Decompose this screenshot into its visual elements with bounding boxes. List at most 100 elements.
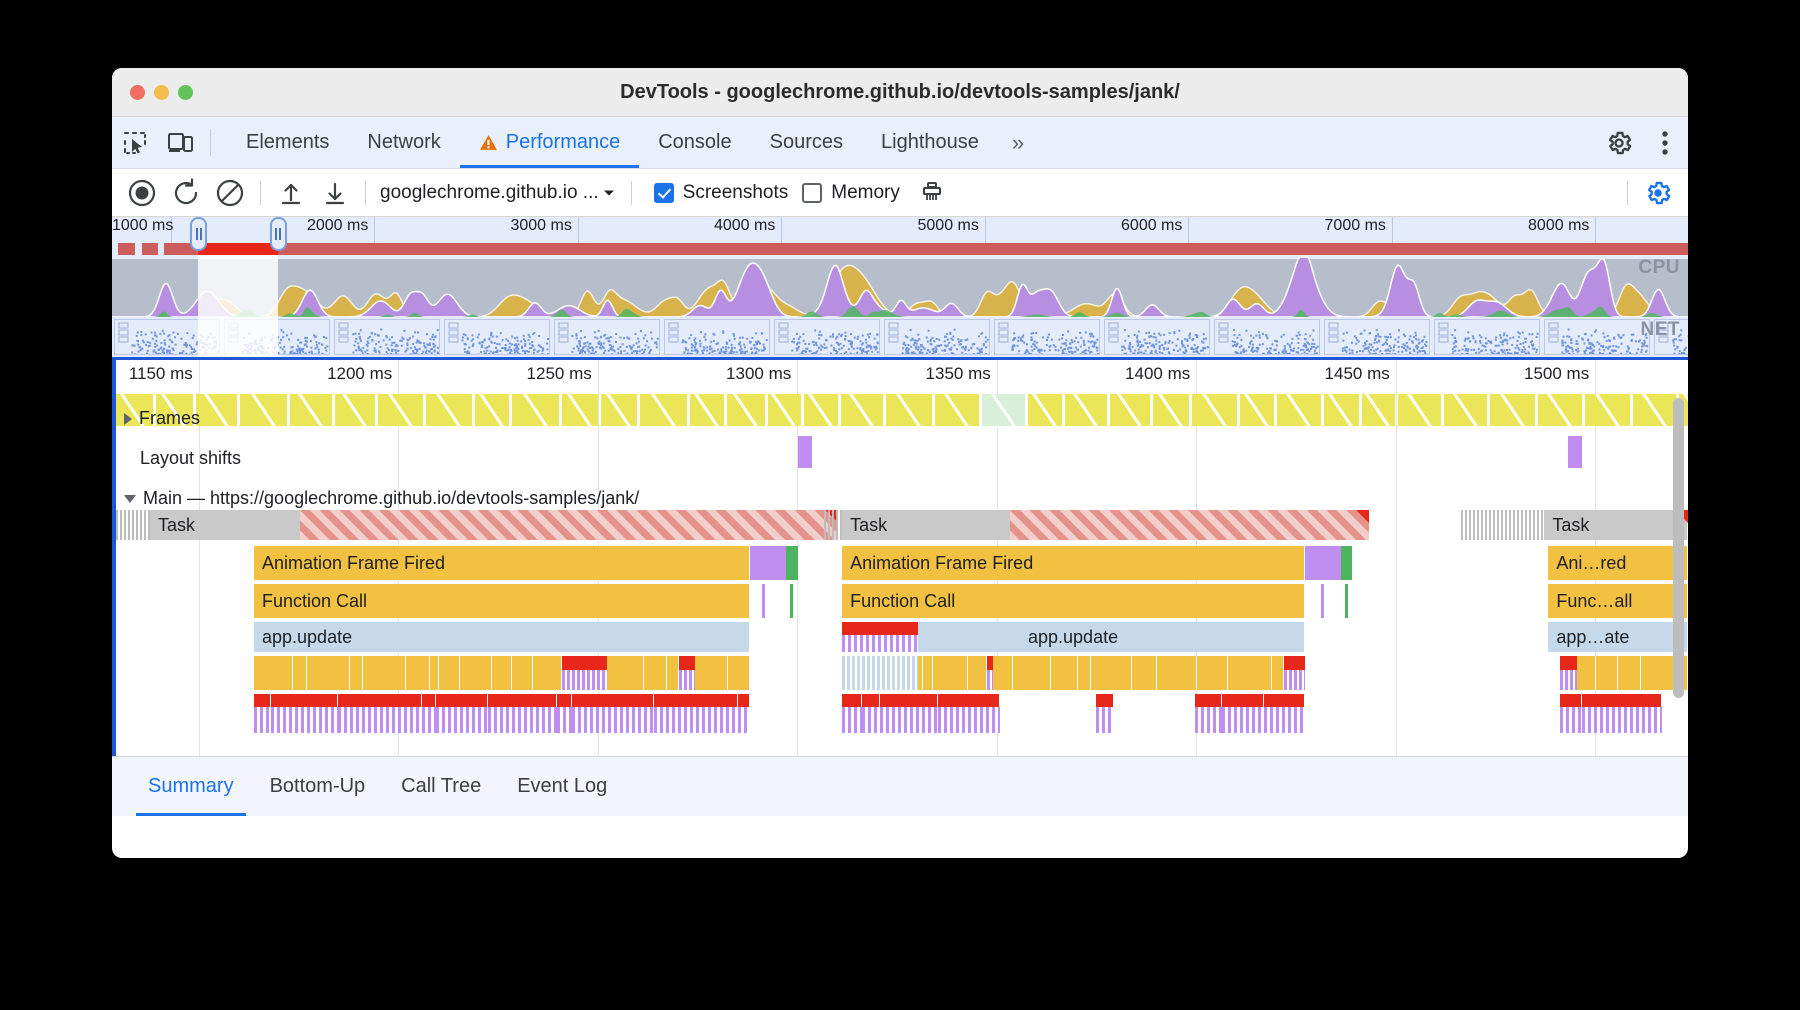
event-bar-deepest-purple[interactable] xyxy=(1264,707,1305,733)
event-bar-deep[interactable] xyxy=(439,656,460,690)
event-bar-long-task[interactable] xyxy=(299,510,839,540)
frame-cell[interactable] xyxy=(1538,394,1582,426)
event-bar-deepest-red[interactable] xyxy=(938,694,1000,707)
event-bar-deep-red[interactable] xyxy=(678,656,695,670)
event-bar-deep[interactable] xyxy=(666,656,679,690)
collect-garbage-icon[interactable] xyxy=(910,171,954,215)
event-bar-deep-red[interactable] xyxy=(1560,656,1578,670)
event-bar-deep-striped-red[interactable] xyxy=(842,622,918,635)
tab-console[interactable]: Console xyxy=(639,117,750,168)
event-bar-deepest-purple[interactable] xyxy=(271,707,338,733)
frame-cell[interactable] xyxy=(768,394,801,426)
tab-call-tree[interactable]: Call Tree xyxy=(383,757,499,816)
frame-cell[interactable] xyxy=(886,394,932,426)
event-bar-deepest-purple[interactable] xyxy=(1095,707,1114,733)
flame-chart-body[interactable]: Frames Layout shifts Main — https://goog… xyxy=(112,394,1688,756)
track-header-frames[interactable]: Frames xyxy=(124,408,200,429)
screenshots-checkbox[interactable]: Screenshots xyxy=(653,182,788,204)
frame-cell[interactable] xyxy=(1065,394,1107,426)
event-bar-deep[interactable] xyxy=(254,656,294,690)
device-toolbar-icon[interactable] xyxy=(158,117,204,168)
event-bar-deepest-red[interactable] xyxy=(1221,694,1265,707)
event-bar-deep[interactable] xyxy=(727,656,751,690)
frame-cell[interactable] xyxy=(1444,394,1487,426)
event-bar-deep[interactable] xyxy=(362,656,407,690)
event-bar-animation-frame-fired[interactable]: Animation Frame Fired xyxy=(254,546,751,580)
tab-performance[interactable]: Performance xyxy=(459,117,640,168)
event-bar-deepest-purple[interactable] xyxy=(488,707,558,733)
target-select[interactable]: googlechrome.github.io ... xyxy=(380,182,617,204)
frame-cell[interactable] xyxy=(1490,394,1535,426)
frame-cell[interactable] xyxy=(378,394,423,426)
tab-network[interactable]: Network xyxy=(348,117,459,168)
tab-event-log[interactable]: Event Log xyxy=(499,757,625,816)
frame-cell[interactable] xyxy=(335,394,375,426)
event-bar-deepest-purple[interactable] xyxy=(435,707,489,733)
more-tabs-button[interactable]: » xyxy=(998,117,1038,168)
event-bar-deepest-red[interactable] xyxy=(738,694,751,707)
event-bar-deepest-red[interactable] xyxy=(1095,694,1114,707)
event-bar-deep[interactable] xyxy=(1271,656,1285,690)
event-bar-deep[interactable] xyxy=(1196,656,1228,690)
event-bar-paint[interactable] xyxy=(786,546,799,580)
event-bar-deep-purple[interactable] xyxy=(1284,670,1305,690)
event-bar-deepest-red[interactable] xyxy=(842,694,862,707)
event-bar-deep[interactable] xyxy=(459,656,492,690)
minimize-window-button[interactable] xyxy=(154,84,169,100)
frame-cell[interactable] xyxy=(1398,394,1441,426)
filmstrip-thumbnail[interactable] xyxy=(444,319,550,355)
filmstrip-thumbnail[interactable] xyxy=(1214,319,1320,355)
layout-shift-marker[interactable] xyxy=(1568,436,1583,468)
event-bar-deep[interactable] xyxy=(1577,656,1596,690)
frame-cell[interactable] xyxy=(240,394,287,426)
event-bar-deep[interactable] xyxy=(491,656,513,690)
layout-shift-marker[interactable] xyxy=(798,436,813,468)
event-bar-layout[interactable] xyxy=(1304,546,1341,580)
event-bar-deepest-purple[interactable] xyxy=(880,707,939,733)
event-bar-paint-thin[interactable] xyxy=(790,584,794,618)
event-bar-deep[interactable] xyxy=(1078,656,1092,690)
memory-checkbox[interactable]: Memory xyxy=(802,182,900,204)
frame-cell[interactable] xyxy=(1585,394,1630,426)
event-bar-function-call[interactable]: Function Call xyxy=(254,584,751,618)
frame-cell[interactable] xyxy=(1362,394,1395,426)
event-bar-animation-frame-fired[interactable]: Ani…red xyxy=(1548,546,1688,580)
event-bar-deepest-purple[interactable] xyxy=(1560,707,1582,733)
overview-ruler[interactable]: 1000 ms 2000 ms 3000 ms 4000 ms 5000 ms 6000 … xyxy=(112,217,1688,243)
overview-selection-handle-left[interactable] xyxy=(190,217,208,251)
event-bar-deepest-red[interactable] xyxy=(1264,694,1305,707)
frame-cell[interactable] xyxy=(1153,394,1189,426)
event-bar-deepest-purple[interactable] xyxy=(653,707,739,733)
event-bar-deepest-red[interactable] xyxy=(861,694,881,707)
reload-and-record-button[interactable] xyxy=(164,171,208,215)
frame-cell[interactable] xyxy=(290,394,332,426)
event-bar-paint[interactable] xyxy=(1340,546,1352,580)
event-bar-deep[interactable] xyxy=(429,656,440,690)
event-bar-deep[interactable] xyxy=(607,656,645,690)
filmstrip-thumbnail[interactable] xyxy=(1434,319,1540,355)
maximize-window-button[interactable] xyxy=(178,84,193,100)
more-options-icon[interactable] xyxy=(1642,129,1688,157)
filmstrip-thumbnail[interactable] xyxy=(554,319,660,355)
tab-sources[interactable]: Sources xyxy=(751,117,862,168)
event-bar-deep[interactable] xyxy=(533,656,563,690)
overview-selection-window[interactable] xyxy=(198,243,278,357)
event-bar-recalc-style[interactable] xyxy=(762,584,766,618)
event-bar-deep[interactable] xyxy=(1013,656,1052,690)
event-bar-deep[interactable] xyxy=(350,656,363,690)
event-bar-deepest-red[interactable] xyxy=(421,694,436,707)
load-profile-button[interactable] xyxy=(269,171,313,215)
timeline-overview[interactable]: 1000 ms 2000 ms 3000 ms 4000 ms 5000 ms 6000 … xyxy=(112,217,1688,357)
track-header-main[interactable]: Main — https://googlechrome.github.io/de… xyxy=(124,488,639,509)
frame-cell[interactable] xyxy=(727,394,765,426)
event-bar-deepest-red[interactable] xyxy=(271,694,338,707)
event-bar-deep-purple[interactable] xyxy=(562,670,608,690)
event-bar-deep[interactable] xyxy=(992,656,1014,690)
tab-summary[interactable]: Summary xyxy=(130,757,252,816)
event-bar-deepest-red[interactable] xyxy=(1560,694,1582,707)
event-bar-deep[interactable] xyxy=(1595,656,1618,690)
event-bar-deep[interactable] xyxy=(1640,656,1676,690)
event-bar-deep[interactable] xyxy=(922,656,933,690)
frame-cell[interactable] xyxy=(196,394,237,426)
tab-bottom-up[interactable]: Bottom-Up xyxy=(252,757,384,816)
